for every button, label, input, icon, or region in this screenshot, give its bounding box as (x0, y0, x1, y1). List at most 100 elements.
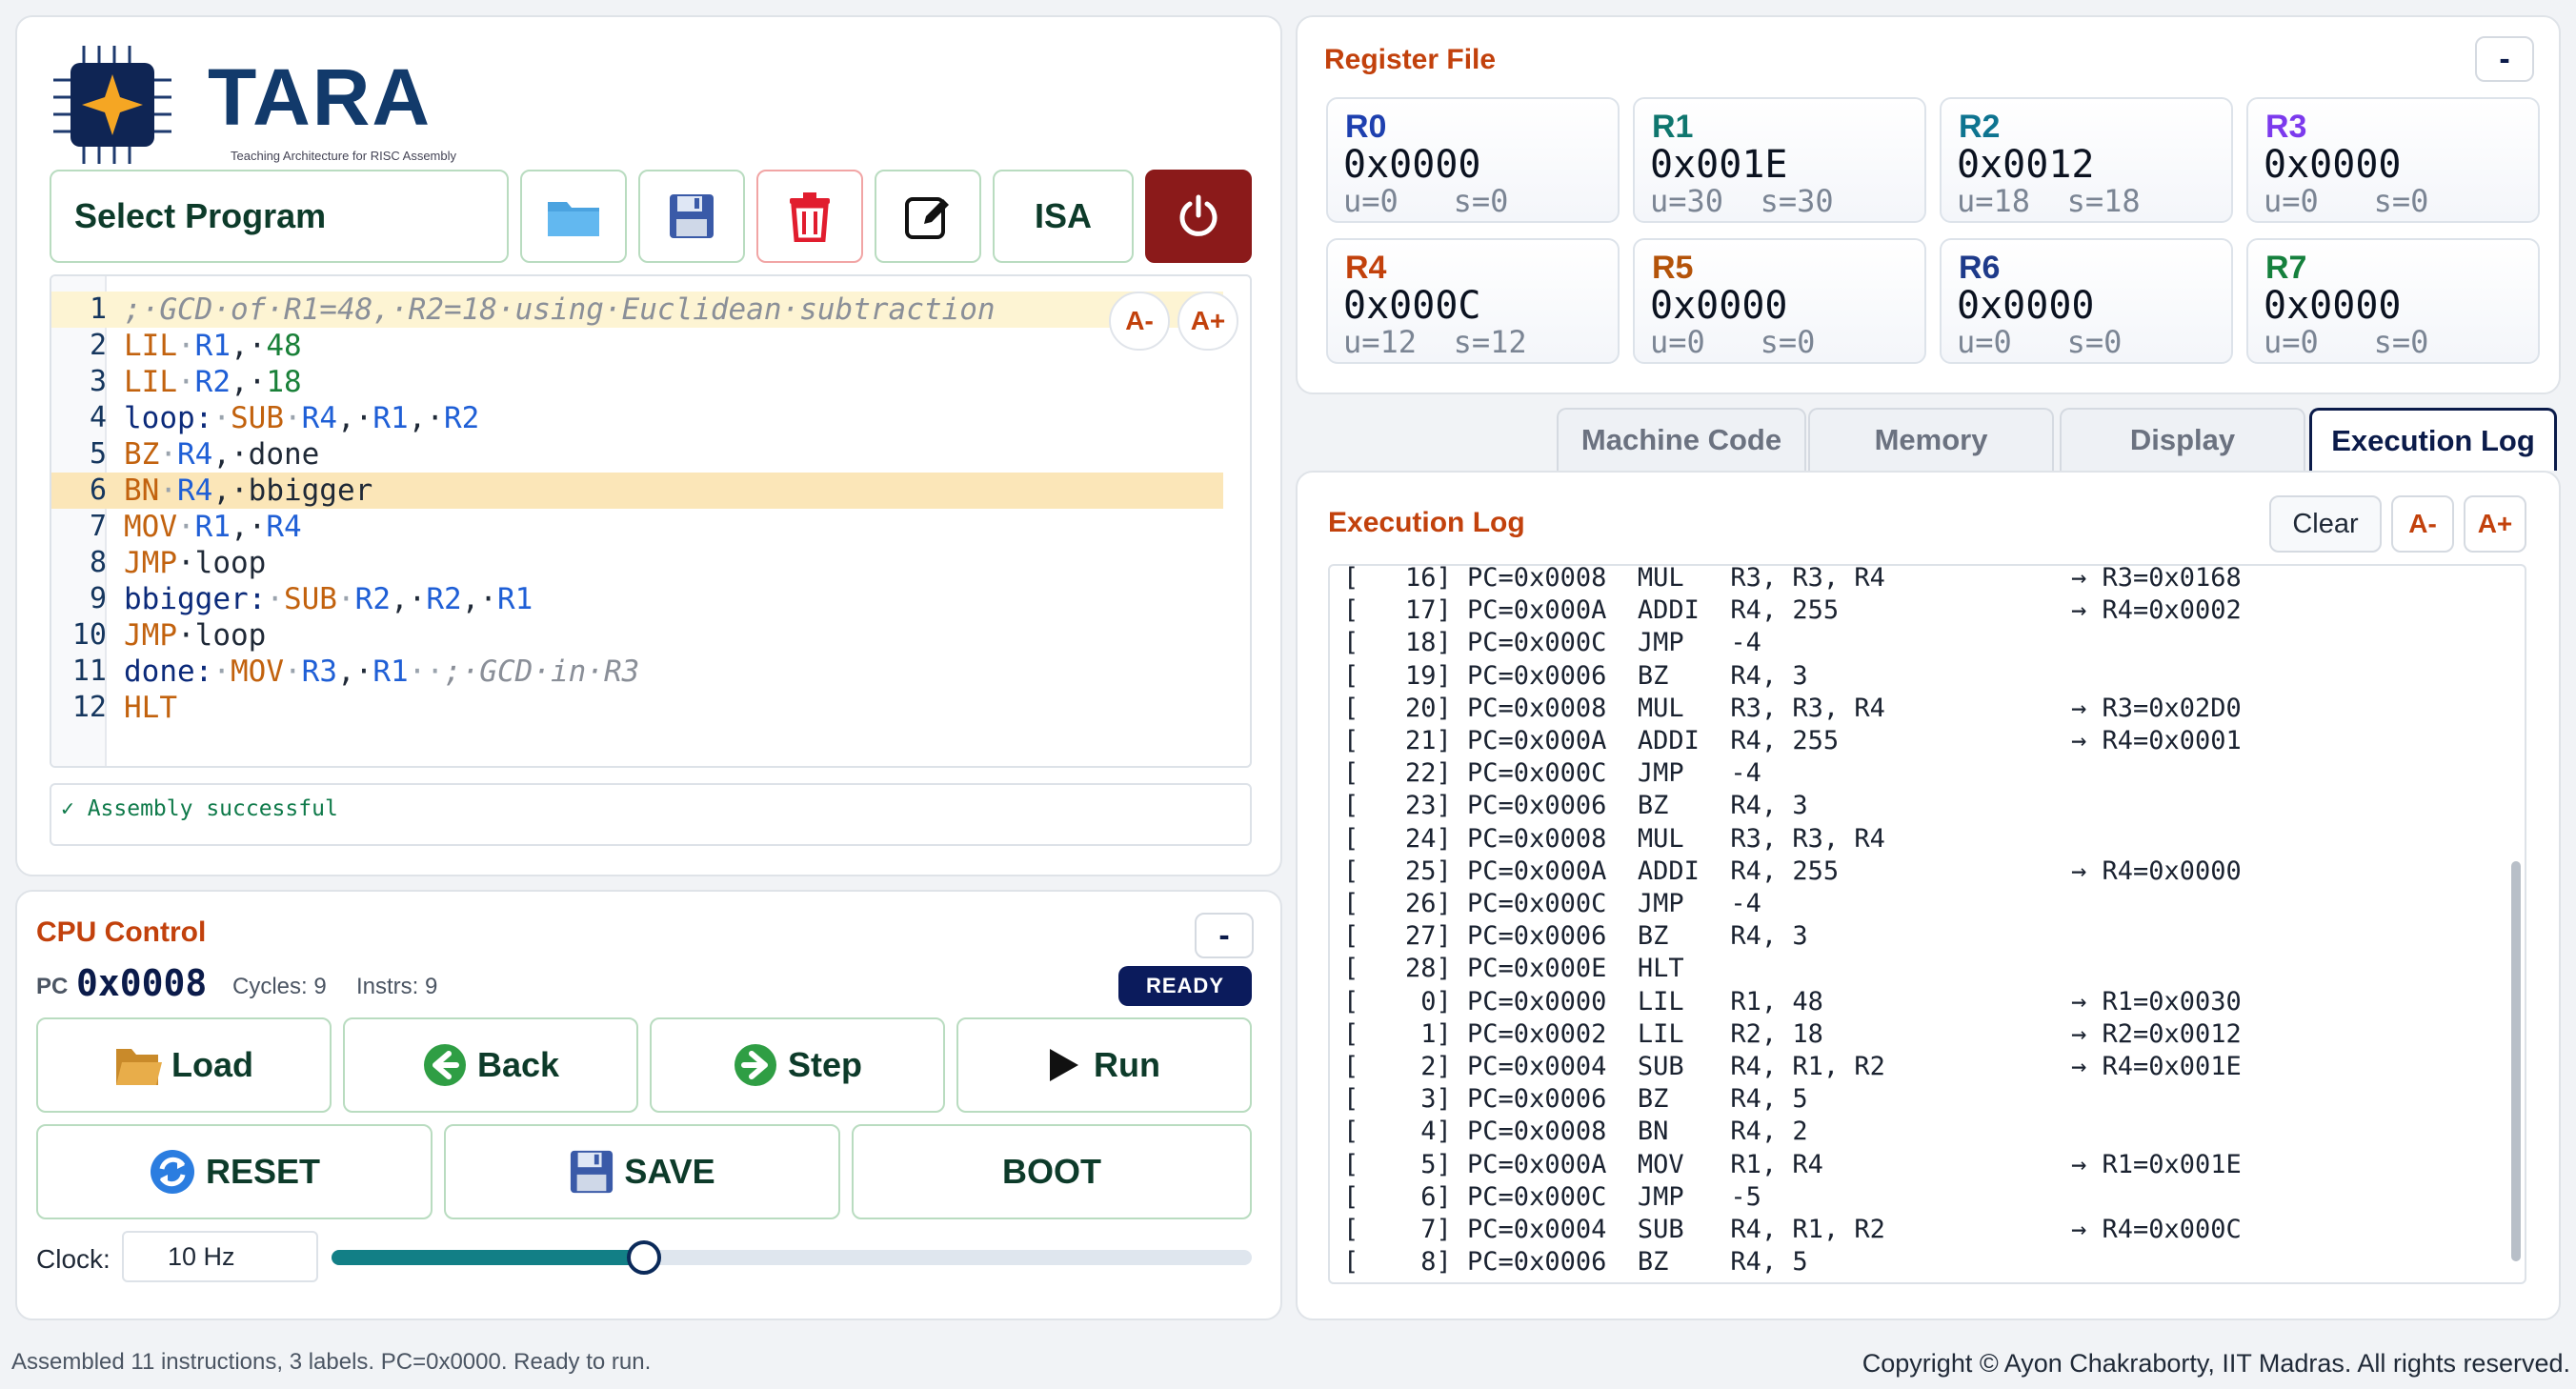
clock-slider[interactable] (332, 1240, 1252, 1275)
select-program-dropdown[interactable]: Select Program (50, 170, 509, 263)
log-scrollbar[interactable] (2511, 861, 2521, 1261)
register-decimal-values: u=12 s=12 (1343, 324, 1527, 360)
register-name: R7 (2265, 250, 2307, 286)
play-icon (1050, 1049, 1078, 1081)
register-card-r3: R3 0x0000 u=0 s=0 (2246, 97, 2540, 223)
register-card-r4: R4 0x000C u=12 s=12 (1326, 238, 1620, 364)
tab-label: Memory (1874, 423, 1988, 456)
log-entry: [ 22] PC=0x000C JMP -4 (1343, 758, 1761, 789)
log-entry: [ 21] PC=0x000A ADDI R4, 255 → R4=0x0001 (1343, 726, 2242, 755)
code-token: SUB (283, 582, 337, 616)
code-line: LIL·R1,·48 (124, 328, 302, 364)
code-line: BN·R4,·bbigger (124, 473, 372, 509)
code-token: loop: (124, 401, 213, 435)
code-token: R1 (372, 654, 409, 689)
log-font-decrease-button[interactable]: A- (2391, 495, 2454, 553)
register-hex-value: 0x0000 (1343, 143, 1481, 187)
load-label: Load (171, 1045, 253, 1084)
register-hex-value: 0x000C (1343, 284, 1481, 328)
code-token: R3 (301, 654, 337, 689)
code-line: HLT (124, 690, 177, 726)
save-file-button[interactable] (638, 170, 745, 263)
floppy-disk-icon (571, 1150, 614, 1194)
step-button[interactable]: Step (650, 1017, 945, 1113)
code-token: R4 (301, 401, 337, 435)
log-entry: [ 19] PC=0x0006 BZ R4, 3 (1343, 660, 1808, 691)
clear-log-button[interactable]: Clear (2269, 495, 2382, 553)
code-token: ,· (337, 401, 373, 435)
code-token: · (159, 473, 177, 508)
code-token: ,· (337, 654, 373, 689)
code-token: · (159, 437, 177, 472)
isa-label: ISA (1034, 196, 1092, 235)
line-number: 12 (71, 691, 107, 724)
code-token: bbigger: (124, 582, 267, 616)
edit-icon (905, 197, 949, 239)
code-token: LIL (124, 365, 177, 399)
log-entry: [ 18] PC=0x000C JMP -4 (1343, 628, 1761, 658)
log-entry: [ 16] PC=0x0008 MUL R3, R3, R4 → R3=0x01… (1343, 564, 2242, 593)
select-program-label: Select Program (74, 196, 327, 235)
boot-button[interactable]: BOOT (852, 1124, 1252, 1219)
edit-button[interactable] (875, 170, 981, 263)
code-token: ,· (390, 582, 427, 616)
line-number: 11 (71, 654, 107, 688)
tab-label: Machine Code (1580, 423, 1782, 456)
tab-memory[interactable]: Memory (1808, 408, 2054, 471)
register-name: R4 (1345, 250, 1387, 286)
line-number: 1 (89, 292, 107, 326)
back-button[interactable]: Back (343, 1017, 638, 1113)
code-token: · (336, 582, 355, 616)
instrs-count: Instrs: 9 (356, 974, 438, 999)
register-decimal-values: u=0 s=0 (2264, 183, 2429, 219)
register-collapse-button[interactable]: - (2475, 36, 2534, 82)
line-number: 5 (89, 437, 107, 471)
save-state-button[interactable]: SAVE (444, 1124, 840, 1219)
register-hex-value: 0x001E (1650, 143, 1788, 187)
tab-execution-log[interactable]: Execution Log (2309, 408, 2557, 471)
pc-label: PC (36, 974, 69, 999)
step-arrow-icon (734, 1044, 776, 1086)
run-button[interactable]: Run (956, 1017, 1252, 1113)
tab-machine-code[interactable]: Machine Code (1557, 408, 1806, 471)
folder-open-icon (116, 1049, 162, 1085)
tab-display[interactable]: Display (2060, 408, 2305, 471)
code-line: bbigger:·SUB·R2,·R2,·R1 (124, 581, 533, 617)
open-file-button[interactable] (520, 170, 627, 263)
code-line: BZ·R4,·done (124, 436, 319, 473)
clock-value: 10 Hz (168, 1241, 235, 1271)
clock-slider-thumb[interactable] (627, 1240, 662, 1275)
power-button[interactable] (1145, 170, 1252, 263)
load-button[interactable]: Load (36, 1017, 332, 1113)
code-token: ,· (231, 510, 267, 544)
cpu-collapse-button[interactable]: - (1195, 913, 1254, 958)
log-entry: [ 24] PC=0x0008 MUL R3, R3, R4 (1343, 823, 1885, 854)
step-label: Step (787, 1045, 862, 1084)
cpu-control-title: CPU Control (36, 916, 207, 948)
reset-button[interactable]: RESET (36, 1124, 433, 1219)
log-entry: [ 20] PC=0x0008 MUL R3, R3, R4 → R3=0x02… (1343, 693, 2242, 723)
delete-button[interactable] (756, 170, 863, 263)
editor-font-increase-button[interactable]: A+ (1177, 292, 1238, 351)
editor-font-decrease-button[interactable]: A- (1109, 292, 1170, 351)
code-token: SUB (231, 401, 284, 435)
isa-button[interactable]: ISA (993, 170, 1134, 263)
log-entry: [ 6] PC=0x000C JMP -5 (1343, 1181, 1761, 1212)
clock-value-field[interactable]: 10 Hz (122, 1231, 318, 1282)
code-editor[interactable]: 1 2 3 4 5 6 7 8 9 10 11 12 ;·GCD·of·R1=48,·R2=18·us… (50, 274, 1252, 768)
code-token: 18 (266, 365, 302, 399)
log-font-increase-button[interactable]: A+ (2464, 495, 2526, 553)
code-token: R1 (496, 582, 533, 616)
refresh-icon (150, 1150, 194, 1194)
code-token: R1 (194, 329, 231, 363)
code-token: ,· (461, 582, 497, 616)
code-line: done:·MOV·R3,·R1··;·GCD·in·R3 (124, 654, 639, 690)
chip-logo-icon (53, 46, 171, 164)
register-card-r2: R2 0x0012 u=18 s=18 (1940, 97, 2233, 223)
log-font-increase-label: A+ (2477, 509, 2513, 538)
code-token: BN (124, 473, 160, 508)
register-decimal-values: u=18 s=18 (1957, 183, 2141, 219)
register-hex-value: 0x0000 (1650, 284, 1788, 328)
save-state-label: SAVE (624, 1152, 715, 1191)
code-line: LIL·R2,·18 (124, 364, 302, 400)
